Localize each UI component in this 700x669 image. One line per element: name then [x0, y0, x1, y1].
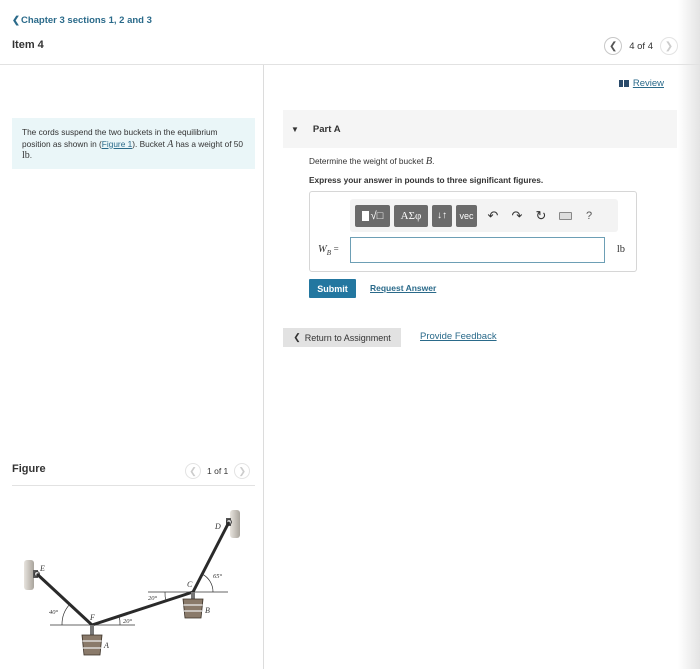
label-d: D: [214, 522, 221, 531]
greek-symbols-button[interactable]: ΑΣφ: [394, 204, 428, 227]
equilibrium-figure: E F A C D B 40° 20° 20° 65°: [24, 510, 240, 656]
answer-input[interactable]: [350, 237, 605, 263]
cord-cd: [191, 521, 231, 593]
answer-unit: lb: [616, 244, 625, 255]
label-angle-65: 65°: [213, 573, 223, 580]
chevron-left-icon: ❮: [609, 40, 618, 52]
bucket-b: [182, 592, 204, 619]
pane-divider[interactable]: [263, 65, 264, 669]
reset-icon[interactable]: ↻: [529, 205, 553, 227]
question-suffix: .: [432, 156, 435, 166]
breadcrumb-label: Chapter 3 sections 1, 2 and 3: [20, 15, 152, 26]
figure-divider: [12, 485, 255, 486]
chevron-left-icon: ❮: [12, 15, 20, 26]
breadcrumb-back-link[interactable]: ❮Chapter 3 sections 1, 2 and 3: [12, 15, 152, 26]
label-c: C: [187, 580, 193, 589]
figure-pager-text: 1 of 1: [207, 466, 229, 476]
question-prefix: Determine the weight of bucket: [309, 156, 426, 166]
templates-button[interactable]: √□: [355, 204, 390, 227]
label-b: B: [205, 606, 210, 615]
item-pager: ❮ 4 of 4 ❯: [604, 37, 678, 55]
label-e: E: [39, 564, 45, 573]
chevron-left-icon: ❮: [189, 465, 197, 476]
figure-title: Figure: [12, 463, 46, 475]
problem-text: has a weight of 50: [173, 138, 244, 149]
problem-statement: The cords suspend the two buckets in the…: [12, 118, 255, 169]
label-angle-20-f: 20°: [123, 618, 133, 625]
figure-pager: ❮ 1 of 1 ❯: [185, 463, 251, 479]
item-pager-text: 4 of 4: [629, 40, 653, 52]
previous-item-button[interactable]: ❮: [604, 37, 623, 55]
window-edge-shadow: [678, 0, 700, 669]
part-a-header[interactable]: ▼ Part A: [283, 110, 677, 148]
templates-sqrt-icon: √□: [361, 210, 383, 222]
undo-icon[interactable]: ↶: [481, 205, 505, 227]
next-figure-button[interactable]: ❯: [234, 463, 251, 479]
next-item-button[interactable]: ❯: [660, 37, 678, 55]
weight-unit: lb: [22, 150, 30, 161]
previous-figure-button[interactable]: ❮: [185, 463, 201, 479]
chevron-right-icon: ❯: [664, 40, 674, 52]
item-title: Item 4: [12, 39, 44, 51]
request-answer-link[interactable]: Request Answer: [370, 283, 436, 293]
problem-text: .: [29, 150, 33, 160]
problem-text: ). Bucket: [132, 138, 168, 149]
answer-card: √□ ΑΣφ ↓↑ vec ↶ ↷ ↻ ? WB = lb: [309, 191, 637, 272]
provide-feedback-link[interactable]: Provide Feedback: [420, 331, 497, 342]
review-label: Review: [632, 78, 664, 89]
equals-sign: =: [333, 244, 339, 254]
question-text: Determine the weight of bucket B.: [309, 156, 434, 167]
return-label: Return to Assignment: [304, 332, 391, 343]
header-divider: [0, 64, 700, 65]
submit-button[interactable]: Submit: [309, 279, 356, 298]
label-a: A: [103, 641, 109, 650]
answer-var: W: [318, 244, 327, 255]
label-angle-20-c: 20°: [148, 595, 158, 602]
chevron-left-icon: ❮: [293, 332, 301, 342]
review-link[interactable]: Review: [618, 78, 664, 89]
vector-button[interactable]: vec: [456, 204, 477, 227]
keyboard-icon[interactable]: [553, 205, 577, 227]
math-toolbar: √□ ΑΣφ ↓↑ vec ↶ ↷ ↻ ?: [350, 199, 618, 232]
angle-arc-40: [61, 603, 71, 626]
answer-variable-label: WB =: [318, 244, 339, 257]
part-a-label: Part A: [312, 123, 341, 135]
sort-arrows-button[interactable]: ↓↑: [432, 204, 452, 227]
label-angle-40: 40°: [49, 609, 59, 616]
chevron-right-icon: ❯: [238, 465, 247, 476]
answer-var-subscript: B: [326, 249, 332, 258]
help-icon[interactable]: ?: [577, 205, 601, 227]
label-f: F: [89, 613, 95, 622]
cord-fc: [91, 590, 194, 627]
book-icon: [618, 80, 629, 87]
bucket-a: [81, 625, 103, 656]
cord-ef: [35, 572, 94, 627]
figure-link[interactable]: Figure 1: [102, 139, 132, 149]
redo-icon[interactable]: ↷: [505, 205, 529, 227]
answer-instruction: Express your answer in pounds to three s…: [309, 175, 544, 185]
return-to-assignment-button[interactable]: ❮ Return to Assignment: [283, 328, 401, 347]
angle-arc-65: [201, 573, 214, 593]
collapse-triangle-icon: ▼: [291, 124, 299, 134]
